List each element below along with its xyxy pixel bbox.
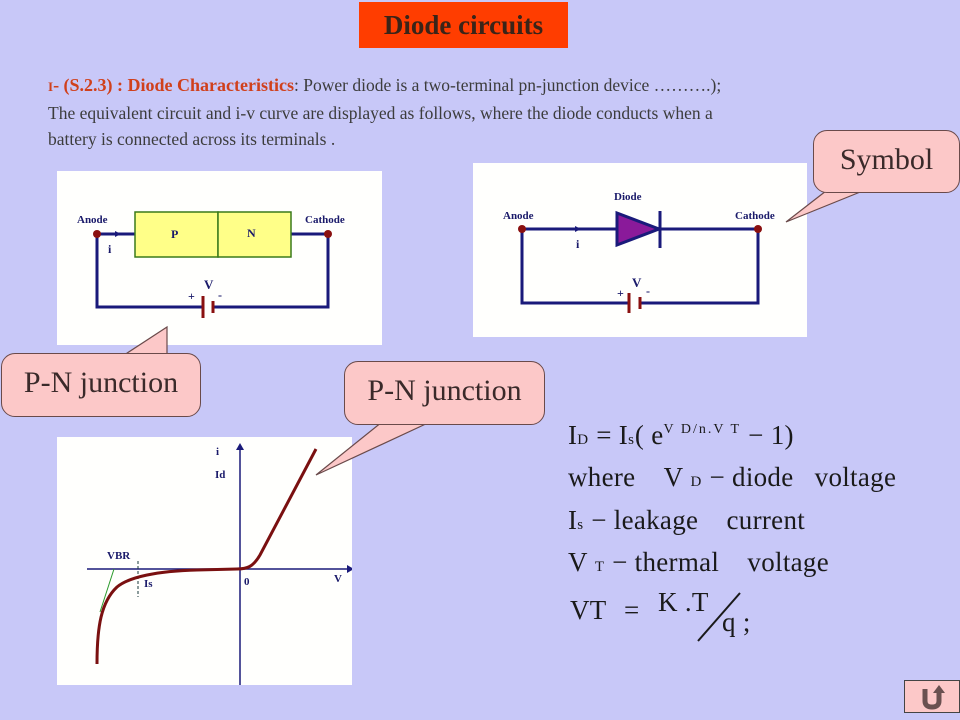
pn-junction-circuit: Anode Cathode P N i V + - — [57, 171, 382, 345]
eq-exp-base: ( e — [634, 420, 664, 450]
vt-definition-line: V T − thermal voltage — [568, 547, 829, 578]
n-label: N — [247, 226, 256, 240]
diode-equation: ID = Is( eV D/n.V T − 1) — [568, 420, 794, 451]
minus-sign: - — [646, 284, 650, 298]
voltage-label: V — [204, 277, 214, 292]
diode-symbol-circuit: Diode Anode Cathode i V + - — [473, 163, 807, 337]
intro-line-2: The equivalent circuit and i-v curve are… — [48, 103, 713, 123]
eq-equals-is: = I — [589, 420, 629, 450]
vbr-label: VBR — [107, 550, 131, 562]
anode-label: Anode — [503, 210, 534, 222]
anode-label: Anode — [77, 214, 108, 226]
current-label: i — [576, 237, 580, 251]
diode-label: Diode — [614, 191, 642, 203]
symbol-circuit-svg: Diode Anode Cathode i V + - — [503, 191, 775, 313]
x-axis-arrow-icon — [347, 565, 352, 573]
plus-sign: + — [617, 286, 624, 300]
iv-curve-svg: i Id VBR Is 0 V — [87, 443, 352, 685]
eq-id: I — [568, 420, 578, 450]
anode-terminal — [93, 230, 101, 238]
cathode-label: Cathode — [735, 210, 775, 222]
is-definition-line: Is − leakage current — [568, 505, 805, 536]
anode-terminal — [518, 225, 526, 233]
vt-symbol: V — [568, 547, 588, 577]
plus-sign: + — [188, 289, 195, 303]
current-arrow-icon — [115, 231, 121, 237]
where-word: where — [568, 462, 636, 492]
eq-is-sub: s — [628, 432, 635, 448]
y-axis-label: i — [216, 446, 219, 458]
return-button[interactable] — [904, 680, 960, 713]
is-symbol: I — [568, 505, 578, 535]
is-label: Is — [144, 578, 153, 590]
pn-circuit-svg: Anode Cathode P N i V + - — [77, 211, 345, 318]
iv-curve-panel: i Id VBR Is 0 V — [57, 437, 352, 685]
current-label: i — [108, 242, 112, 256]
vd-desc: − diode voltage — [702, 462, 897, 492]
intro-line-1: I- (S.2.3) : Diode Characteristics: Powe… — [48, 72, 928, 100]
vd-sub: D — [690, 474, 703, 490]
symbol-callout-text: Symbol — [839, 143, 934, 176]
cathode-terminal — [754, 225, 762, 233]
intro-line-3: battery is connected across its terminal… — [48, 129, 336, 149]
cathode-terminal — [324, 230, 332, 238]
y-axis-arrow-icon — [236, 443, 244, 450]
vt-lhs: VT — [570, 595, 607, 625]
eq-tail: − 1) — [741, 420, 794, 450]
voltage-label: V — [632, 275, 642, 290]
return-arrow-icon — [922, 685, 945, 710]
diode-symbol-icon — [615, 210, 664, 248]
is-desc: − leakage current — [584, 505, 806, 535]
wire-loop-right — [639, 229, 760, 305]
x-axis-label: V — [334, 573, 342, 585]
vt-equals: = — [624, 595, 640, 625]
pn-callout-2-text: P-N junction — [367, 374, 522, 407]
vt-desc: − thermal voltage — [605, 547, 830, 577]
eq-exponent: V D/n.V T — [663, 422, 742, 437]
symbol-callout: Symbol — [813, 130, 960, 193]
intro-line-1-text: : Power diode is a two-terminal pn-junct… — [294, 75, 722, 95]
pn-junction-callout-2: P-N junction — [344, 361, 545, 425]
vt-sub: T — [594, 559, 606, 575]
vd-symbol: V — [663, 462, 684, 492]
section-heading: - (S.2.3) : Diode Characteristics — [53, 75, 295, 95]
current-arrow-icon — [575, 226, 581, 232]
where-vd-line: where V D − diode voltage — [568, 462, 896, 493]
minus-sign: - — [218, 288, 222, 302]
pn-callout-2-tail — [315, 421, 431, 476]
vt-denominator: q ; — [722, 607, 751, 637]
wire-loop-left — [520, 229, 628, 305]
vt-formula-line: VT = K .T q ; — [568, 587, 768, 645]
pn-callout-1-text: P-N junction — [23, 366, 179, 399]
origin-label: 0 — [244, 576, 250, 588]
pn-junction-callout-1: P-N junction — [1, 353, 201, 417]
id-label: Id — [215, 469, 225, 481]
p-label: P — [171, 227, 178, 241]
intro-paragraph: I- (S.2.3) : Diode Characteristics: Powe… — [48, 72, 928, 152]
slide-title: Diode circuits — [359, 2, 568, 48]
cathode-label: Cathode — [305, 214, 345, 226]
eq-id-sub: D — [577, 432, 590, 448]
